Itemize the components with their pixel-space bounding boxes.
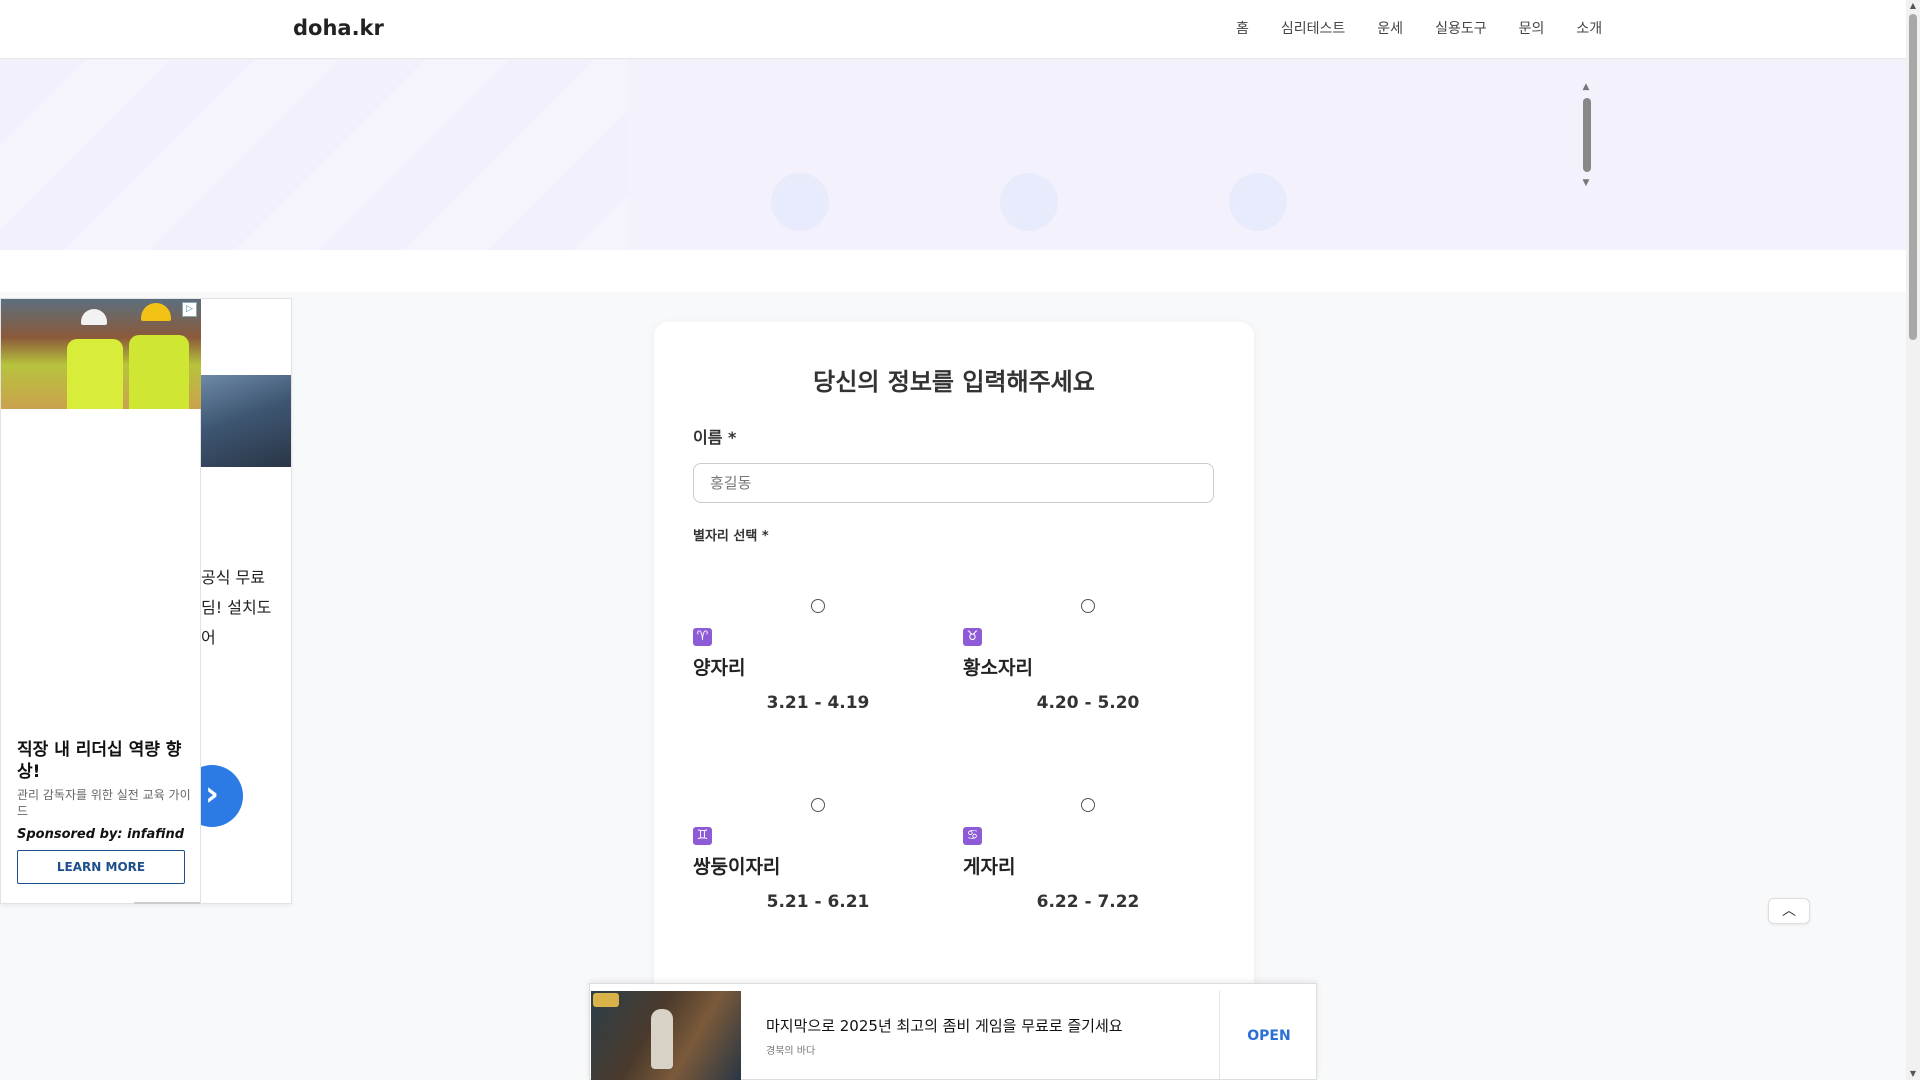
- zodiac-option-gemini[interactable]: ♊ 쌍둥이자리 5.21 - 6.21: [693, 798, 943, 948]
- name-label: 이름 *: [693, 428, 737, 447]
- ad-underlying-text: 어: [201, 628, 216, 647]
- zodiac-radio[interactable]: [811, 599, 825, 613]
- zodiac-name: 황소자리: [963, 657, 1033, 679]
- hero-decor-circle: [1000, 173, 1058, 231]
- ad-description: 관리 감독자를 위한 실전 교육 가이드: [17, 788, 191, 818]
- bottom-ad-banner[interactable]: 마지막으로 2025년 최고의 좀비 게임을 무료로 즐기세요 경북의 바다 O…: [589, 983, 1317, 1080]
- hero-scroll-thumb[interactable]: [1583, 98, 1591, 172]
- hard-hat-shape: [81, 309, 107, 325]
- game-ad-image[interactable]: [591, 991, 741, 1080]
- page-scroll-thumb[interactable]: [1909, 14, 1917, 340]
- scroll-down-arrow-icon[interactable]: ▼: [1581, 178, 1591, 188]
- bottom-ad-title[interactable]: 마지막으로 2025년 최고의 좀비 게임을 무료로 즐기세요: [766, 1015, 1123, 1036]
- site-logo[interactable]: doha.kr: [293, 16, 384, 40]
- scroll-up-arrow-icon[interactable]: ▲: [1581, 82, 1591, 92]
- nav-item-psych-test[interactable]: 심리테스트: [1265, 14, 1361, 42]
- nav-item-home[interactable]: 홈: [1220, 14, 1265, 42]
- zodiac-dates: 6.22 - 7.22: [1036, 892, 1140, 912]
- scroll-to-top-button[interactable]: ︿: [1768, 898, 1810, 924]
- nav-item-tools[interactable]: 실용도구: [1419, 14, 1503, 42]
- ad-sponsor: Sponsored by: infafind: [17, 827, 185, 842]
- character-figure: [651, 1009, 673, 1069]
- ad-underlying-text: 딤! 설치도: [201, 598, 272, 617]
- ad-workers-photo[interactable]: [1, 299, 201, 409]
- learn-more-button[interactable]: LEARN MORE: [17, 850, 185, 884]
- zodiac-option-aries[interactable]: ♈ 양자리 3.21 - 4.19: [693, 599, 943, 749]
- ad-underlying-text: 공식 무료: [201, 568, 265, 587]
- ad-divider: [134, 902, 200, 904]
- nav-item-fortune[interactable]: 운세: [1361, 14, 1419, 42]
- site-header: doha.kr 홈 심리테스트 운세 실용도구 문의 소개: [0, 0, 1906, 59]
- adchoices-icon[interactable]: ▷: [182, 302, 197, 317]
- open-button[interactable]: OPEN: [1220, 991, 1318, 1080]
- zodiac-option-cancer[interactable]: ♋ 게자리 6.22 - 7.22: [963, 798, 1213, 948]
- ad-card[interactable]: ▷ 직장 내 리더십 역량 향상! 관리 감독자를 위한 실전 교육 가이드 S…: [1, 299, 201, 903]
- form-title: 당신의 정보를 입력해주세요: [813, 368, 1095, 396]
- main-nav: 홈 심리테스트 운세 실용도구 문의 소개: [1220, 14, 1618, 42]
- zodiac-label: 별자리 선택 *: [693, 529, 769, 544]
- hero-scrollbar[interactable]: ▲ ▼: [1581, 82, 1591, 190]
- aries-icon: ♈: [693, 628, 712, 646]
- hero-decor-circle: [771, 173, 829, 231]
- ad-underlying-image[interactable]: [201, 375, 291, 467]
- zodiac-radio[interactable]: [1081, 798, 1095, 812]
- zodiac-name: 쌍둥이자리: [693, 856, 781, 878]
- page-scrollbar[interactable]: ▲ ▼: [1906, 0, 1920, 1080]
- nav-item-contact[interactable]: 문의: [1503, 14, 1561, 42]
- spacer-band: [0, 250, 1906, 292]
- hard-hat-shape: [141, 303, 171, 321]
- hero-decor-circle: [1229, 173, 1287, 231]
- info-form-card: 당신의 정보를 입력해주세요 이름 * 별자리 선택 * ♈ 양자리 3.21 …: [654, 322, 1254, 1022]
- zodiac-name: 양자리: [693, 657, 746, 679]
- left-ad[interactable]: 공식 무료 딤! 설치도 어 › ▷ 직장 내 리더십 역량 향상! 관리 감독…: [0, 298, 292, 904]
- name-input[interactable]: [693, 463, 1214, 503]
- safety-vest-shape: [129, 335, 189, 409]
- hero-banner: ▲ ▼: [0, 60, 1906, 250]
- zodiac-option-taurus[interactable]: ♉ 황소자리 4.20 - 5.20: [963, 599, 1213, 749]
- zodiac-dates: 5.21 - 6.21: [766, 892, 870, 912]
- gemini-icon: ♊: [693, 827, 712, 845]
- zodiac-dates: 4.20 - 5.20: [1036, 693, 1140, 713]
- zodiac-radio[interactable]: [1081, 599, 1095, 613]
- safety-vest-shape: [67, 339, 123, 409]
- zodiac-radio[interactable]: [811, 798, 825, 812]
- bottom-ad-subtitle: 경북의 바다: [766, 1046, 816, 1057]
- nav-item-about[interactable]: 소개: [1560, 14, 1618, 42]
- zodiac-name: 게자리: [963, 856, 1016, 878]
- zodiac-dates: 3.21 - 4.19: [766, 693, 870, 713]
- cancer-icon: ♋: [963, 827, 982, 845]
- taurus-icon: ♉: [963, 628, 982, 646]
- hero-pattern: [0, 60, 628, 250]
- ad-title[interactable]: 직장 내 리더십 역량 향상!: [17, 739, 192, 783]
- scrollbar-down-arrow-icon[interactable]: ▼: [1906, 1068, 1920, 1080]
- scrollbar-up-arrow-icon[interactable]: ▲: [1906, 0, 1920, 12]
- game-logo-badge: [593, 993, 619, 1007]
